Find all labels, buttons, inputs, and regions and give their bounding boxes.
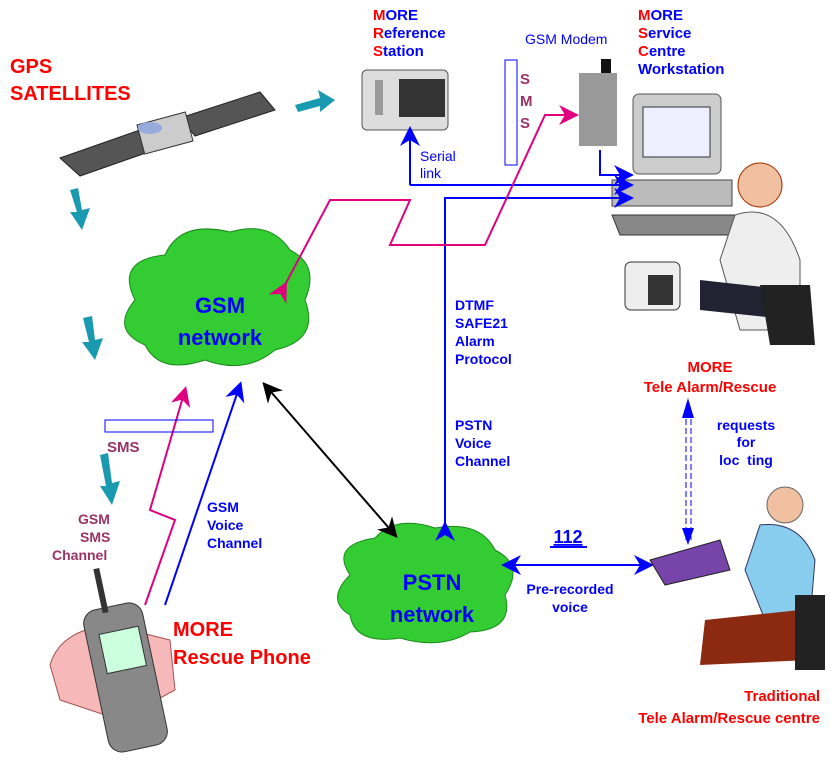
modem-link-line (599, 150, 634, 185)
dtmf-line1: DTMF (455, 297, 494, 313)
gps-label-line2: SATELLITES (10, 83, 131, 105)
serial-link-line2: link (420, 165, 442, 181)
reference-station-line3: Station (373, 43, 424, 60)
rescue-phone-line2: Rescue Phone (173, 647, 311, 669)
rescue-phone-line1: MORE (173, 619, 233, 641)
requests-line1: requests (717, 417, 776, 433)
requests-double-arrow (682, 398, 694, 545)
reference-station-line2: Reference (373, 25, 446, 42)
gsm-modem-label: GSM Modem (525, 31, 607, 47)
gsm-sms-channel-line2: SMS (80, 529, 110, 545)
pstn-voice-line3: Channel (455, 453, 510, 469)
reference-station-line1: MORE (373, 7, 418, 24)
sms-message-bar-horizontal (104, 419, 214, 433)
requests-line2: for (737, 434, 756, 450)
workstation-computer-icon (611, 93, 741, 236)
telephone-icon (624, 261, 681, 311)
sms-message-bar-vertical (504, 59, 518, 166)
gsm-modem-icon (579, 59, 617, 146)
serial-link-line1: Serial (420, 148, 456, 164)
sms-letter-m: M (520, 93, 533, 110)
reference-station-icon (361, 69, 449, 131)
gsm-voice-channel-line3: Channel (207, 535, 262, 551)
gsm-pstn-link-line (262, 381, 398, 539)
prerecorded-voice-line2: voice (552, 599, 588, 615)
sms-horizontal-label: SMS (107, 439, 140, 456)
sms-letter-s2: S (520, 115, 530, 132)
pstn-network-line2: network (390, 602, 475, 627)
gsm-voice-channel-line1: GSM (207, 499, 239, 515)
requests-line3: loc ting (719, 452, 773, 468)
traditional-centre-line2: Tele Alarm/Rescue centre (638, 710, 820, 727)
diagram-canvas: GPS SATELLITES MORE Reference Station Se… (10, 7, 825, 753)
sms-letter-s1: S (520, 71, 530, 88)
gsm-voice-channel-line2: Voice (207, 517, 244, 533)
gsm-network-line2: network (178, 325, 263, 350)
service-centre-line3: Centre (638, 43, 686, 60)
pstn-voice-line2: Voice (455, 435, 492, 451)
gsm-sms-channel-line (144, 386, 191, 606)
gsm-sms-channel-line3: Channel (52, 547, 107, 563)
emergency-number-112: 112 (553, 527, 582, 547)
pstn-network-line1: PSTN (403, 570, 462, 595)
sms-path-line (268, 105, 579, 304)
more-tele-alarm-line2: Tele Alarm/Rescue (644, 379, 777, 396)
gps-label-line1: GPS (10, 56, 52, 78)
dtmf-line3: Alarm (455, 333, 495, 349)
service-centre-line1: MORE (638, 7, 683, 24)
rescue-phone-icon (49, 568, 176, 753)
traditional-operator-icon (649, 486, 825, 670)
prerecorded-voice-line1: Pre-recorded (526, 581, 613, 597)
gsm-sms-channel-line1: GSM (78, 511, 110, 527)
dtmf-line4: Protocol (455, 351, 512, 367)
service-centre-line2: Service (638, 25, 691, 42)
more-tele-alarm-line1: MORE (688, 359, 733, 376)
pstn-voice-line1: PSTN (455, 417, 492, 433)
service-centre-line4: Workstation (638, 61, 724, 78)
system-diagram: GPS SATELLITES MORE Reference Station Se… (0, 0, 831, 767)
dtmf-line2: SAFE21 (455, 315, 508, 331)
gsm-network-line1: GSM (195, 293, 245, 318)
traditional-centre-line1: Traditional (744, 688, 820, 705)
